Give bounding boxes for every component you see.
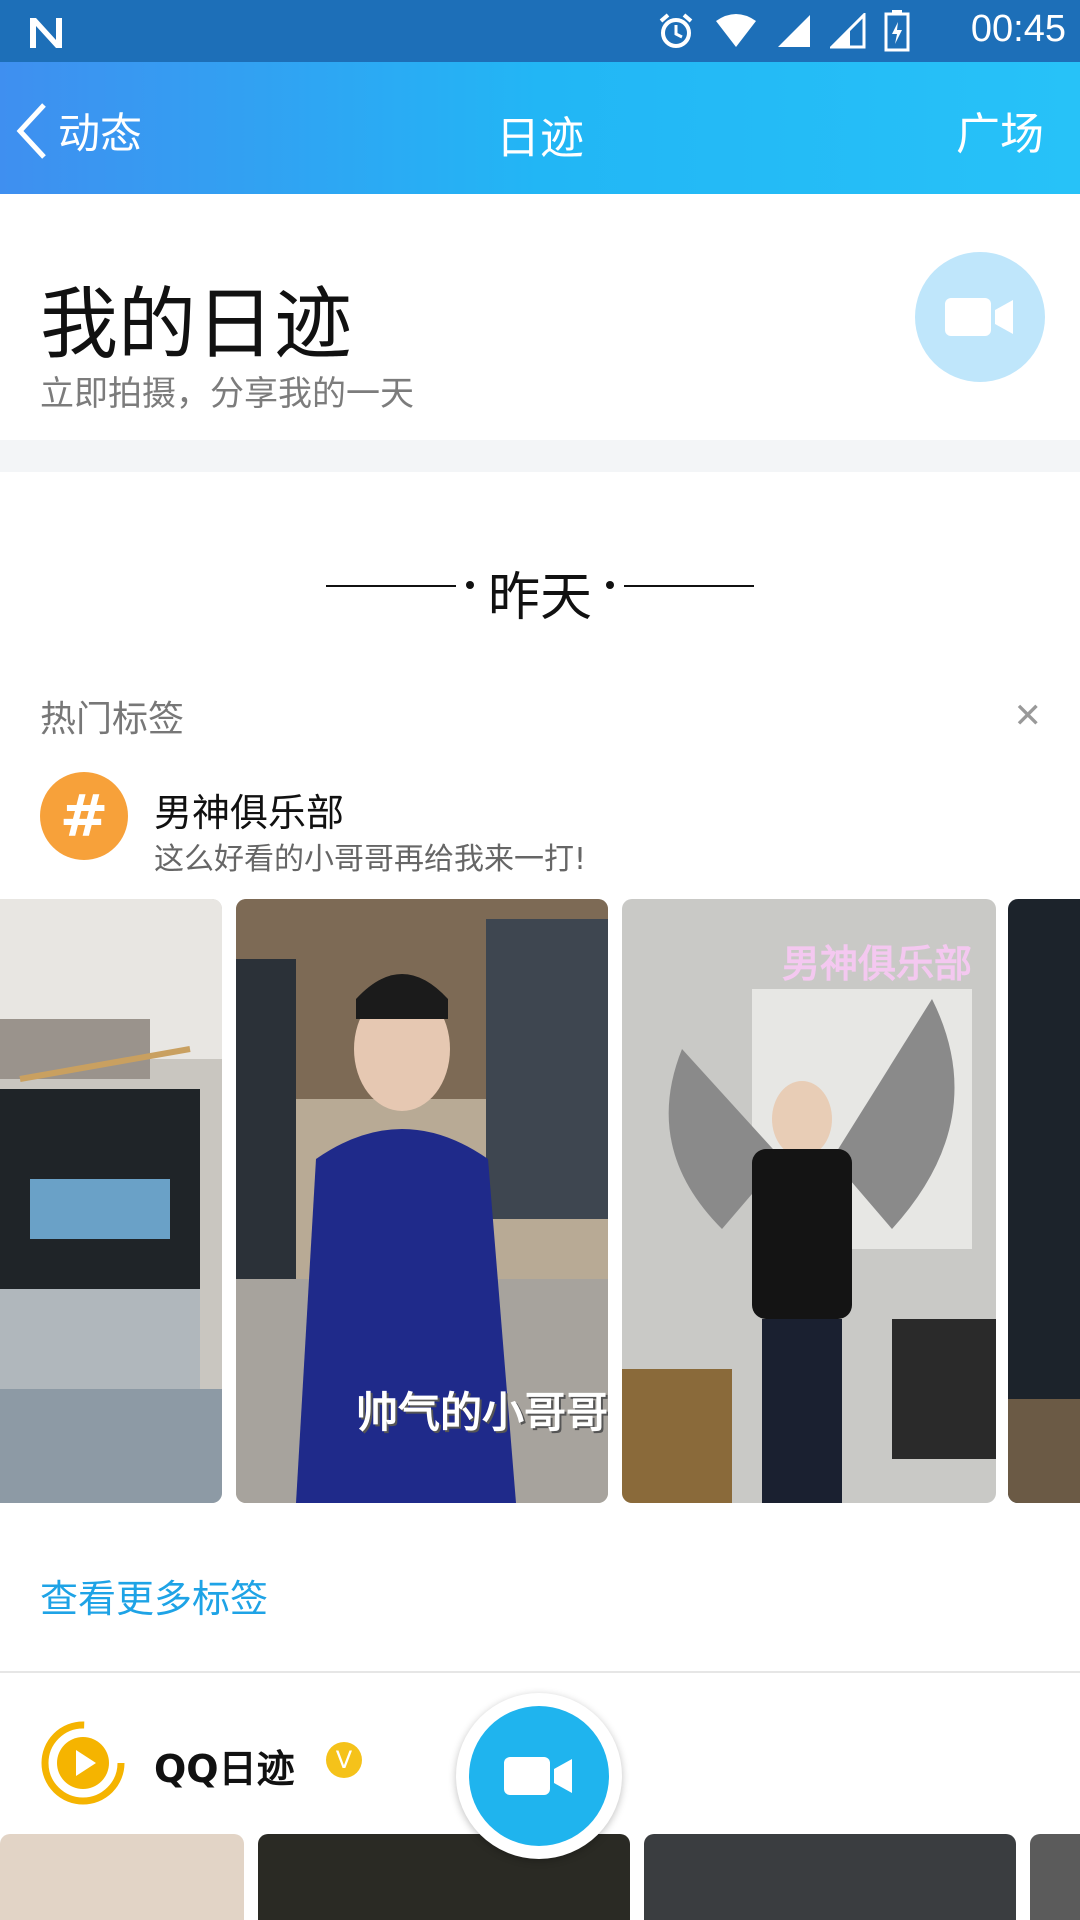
thumbnail-image	[0, 899, 222, 1503]
video-thumbnail[interactable]: 帅气的小哥哥	[236, 899, 608, 1503]
my-diary-subtitle: 立即拍摄，分享我的一天	[40, 374, 414, 414]
section-gap	[0, 440, 1080, 472]
qq-diary-logo-icon	[41, 1721, 125, 1805]
record-diary-button[interactable]	[915, 252, 1045, 382]
my-diary-title: 我的日迹	[40, 280, 353, 370]
hashtag-icon: #	[40, 772, 128, 860]
page-title: 日迹	[496, 113, 584, 164]
video-thumbnail[interactable]: 男神俱乐部	[622, 899, 996, 1503]
date-divider-label: 昨天	[487, 568, 592, 628]
close-icon[interactable]: ✕	[1014, 696, 1043, 736]
video-camera-icon	[945, 298, 1013, 336]
video-thumbnail[interactable]	[0, 899, 222, 1503]
signal-icon-2	[830, 13, 866, 49]
my-diary-section: 我的日迹 立即拍摄，分享我的一天	[0, 194, 1080, 440]
thumbnail-caption: 帅气的小哥哥	[356, 1388, 608, 1437]
alarm-icon	[659, 13, 693, 48]
date-divider: 昨天	[0, 555, 1080, 628]
thumbnail-image	[622, 899, 996, 1503]
divider-line-right	[624, 585, 754, 587]
tag-name: 男神俱乐部	[154, 791, 345, 835]
thumbnail-caption: 男神俱乐部	[782, 942, 973, 986]
tag-thumbnail-strip: 帅气的小哥哥 男神俱乐部	[0, 899, 1080, 1503]
hot-tag-item[interactable]: # 男神俱乐部 这么好看的小哥哥再给我来一打!	[40, 772, 1040, 877]
status-bar: 00:45	[0, 0, 1080, 62]
wifi-icon	[716, 14, 756, 47]
section-divider	[0, 1671, 1080, 1673]
hot-tags-heading: 热门标签	[40, 699, 185, 740]
video-thumbnail[interactable]	[1008, 899, 1080, 1503]
video-thumbnail[interactable]	[644, 1834, 1016, 1920]
status-icons	[656, 10, 910, 52]
plaza-button[interactable]: 广场	[956, 98, 1044, 162]
more-tags-link[interactable]: 查看更多标签	[40, 1568, 268, 1623]
battery-icon	[884, 10, 910, 52]
video-thumbnail[interactable]	[0, 1834, 244, 1920]
verified-badge-icon: V	[326, 1742, 362, 1778]
qq-diary-name: QQ日迹	[154, 1747, 295, 1791]
video-thumbnail[interactable]	[1030, 1834, 1080, 1920]
status-time: 00:45	[970, 8, 1066, 50]
record-video-fab-inner	[469, 1706, 609, 1846]
record-video-fab[interactable]	[456, 1693, 622, 1859]
video-camera-icon	[504, 1757, 572, 1795]
title-bar: 动态 日迹 广场	[0, 62, 1080, 194]
divider-dot-right	[606, 581, 614, 589]
thumbnail-image	[1008, 899, 1080, 1503]
signal-icon	[778, 15, 810, 47]
notification-n-icon	[30, 18, 62, 48]
tag-description: 这么好看的小哥哥再给我来一打!	[154, 842, 587, 877]
